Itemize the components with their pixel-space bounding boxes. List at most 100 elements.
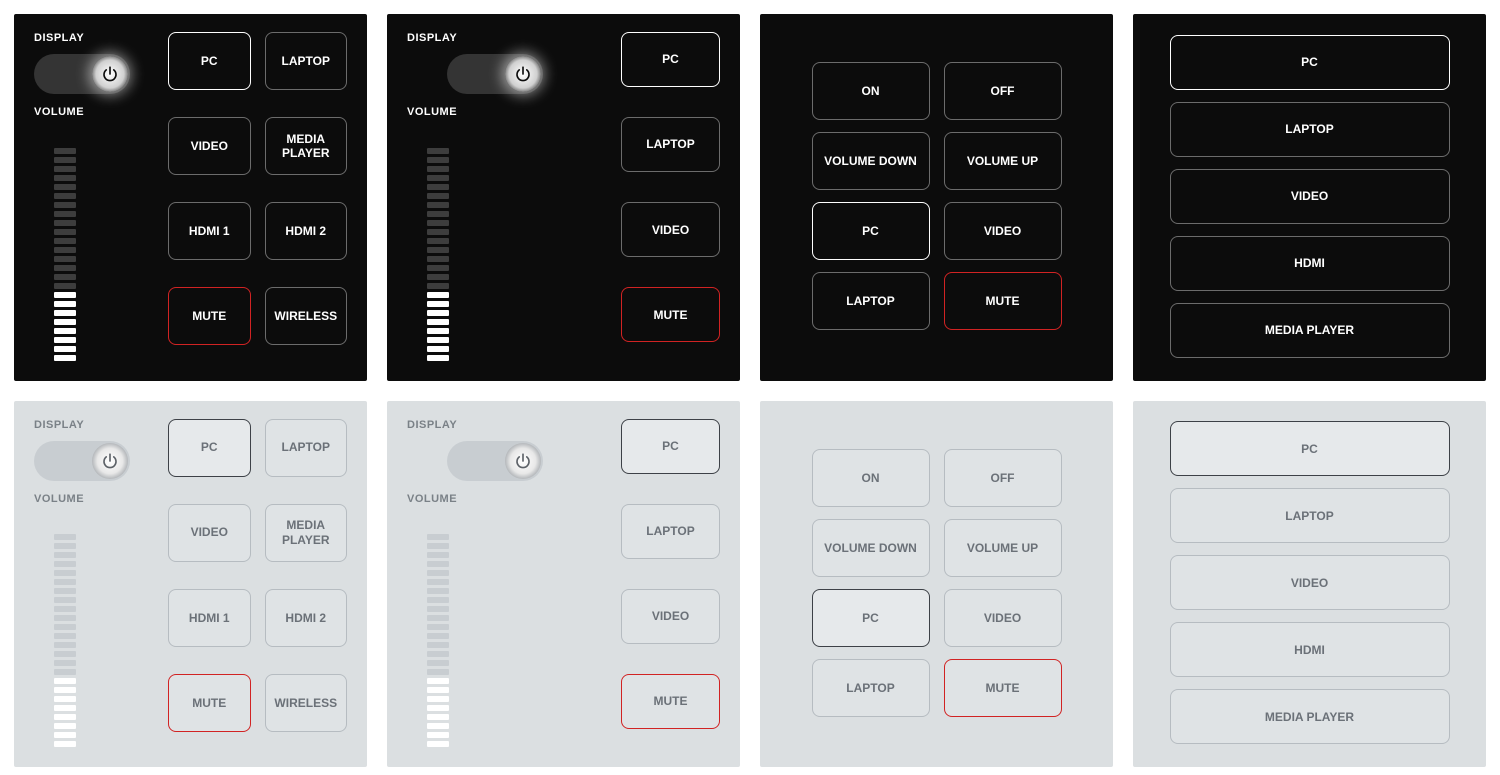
source-button-hdmi[interactable]: HDMI <box>1170 622 1450 677</box>
source-button-video[interactable]: VIDEO <box>1170 169 1450 224</box>
source-button-pc[interactable]: PC <box>168 32 251 90</box>
volume-label: VOLUME <box>34 106 154 118</box>
volume-segment <box>427 292 449 298</box>
source-button-hdmi-1[interactable]: HDMI 1 <box>168 589 251 647</box>
source-button-video[interactable]: VIDEO <box>621 202 720 257</box>
volume-segment <box>54 534 76 540</box>
source-button-media-player[interactable]: MEDIA PLAYER <box>265 117 348 175</box>
volume-meter[interactable] <box>427 515 449 748</box>
button-label: WIRELESS <box>274 696 337 710</box>
button-label: MEDIA PLAYER <box>1265 323 1354 337</box>
volume-segment <box>427 624 449 630</box>
volume-segment <box>427 732 449 738</box>
source-button-pc[interactable]: PC <box>1170 35 1450 90</box>
power-toggle[interactable] <box>34 441 130 481</box>
source-button-hdmi[interactable]: HDMI <box>1170 236 1450 291</box>
control-panel-p2: DISPLAYPCLAPTOPVIDEOMUTEVOLUME <box>387 14 740 381</box>
source-button-pc[interactable]: PC <box>812 589 930 647</box>
source-button-laptop[interactable]: LAPTOP <box>812 659 930 717</box>
volume-segment <box>54 193 76 199</box>
source-button-wireless[interactable]: WIRELESS <box>265 674 348 732</box>
volume-segment <box>54 346 76 352</box>
source-button-mute[interactable]: MUTE <box>621 287 720 342</box>
volume-meter[interactable] <box>427 128 449 361</box>
button-label: WIRELESS <box>274 309 337 323</box>
power-toggle[interactable] <box>447 54 543 94</box>
source-button-pc[interactable]: PC <box>1170 421 1450 476</box>
source-button-pc[interactable]: PC <box>621 419 720 474</box>
button-label: LAPTOP <box>646 137 694 151</box>
source-button-media-player[interactable]: MEDIA PLAYER <box>1170 303 1450 358</box>
volume-segment <box>54 157 76 163</box>
source-button-hdmi-2[interactable]: HDMI 2 <box>265 589 348 647</box>
source-button-volume-up[interactable]: VOLUME UP <box>944 519 1062 577</box>
button-label: MEDIA PLAYER <box>1265 710 1354 724</box>
source-button-laptop[interactable]: LAPTOP <box>812 272 930 330</box>
source-button-video[interactable]: VIDEO <box>168 117 251 175</box>
volume-meter[interactable] <box>54 128 76 361</box>
source-button-video[interactable]: VIDEO <box>944 202 1062 260</box>
source-button-mute[interactable]: MUTE <box>168 287 251 345</box>
source-button-volume-down[interactable]: VOLUME DOWN <box>812 132 930 190</box>
source-button-pc[interactable]: PC <box>621 32 720 87</box>
source-button-on[interactable]: ON <box>812 449 930 507</box>
source-button-media-player[interactable]: MEDIA PLAYER <box>1170 689 1450 744</box>
volume-segment <box>54 624 76 630</box>
source-button-mute[interactable]: MUTE <box>621 674 720 729</box>
power-toggle[interactable] <box>447 441 543 481</box>
volume-segment <box>54 292 76 298</box>
source-button-laptop[interactable]: LAPTOP <box>1170 102 1450 157</box>
source-button-video[interactable]: VIDEO <box>621 589 720 644</box>
button-grid: PCLAPTOPVIDEOMEDIA PLAYERHDMI 1HDMI 2 MUT… <box>168 419 347 748</box>
source-button-video[interactable]: VIDEO <box>168 504 251 562</box>
source-button-video[interactable]: VIDEO <box>944 589 1062 647</box>
button-label: MUTE <box>192 696 226 710</box>
source-button-video[interactable]: VIDEO <box>1170 555 1450 610</box>
volume-segment <box>54 714 76 720</box>
source-button-pc[interactable]: PC <box>812 202 930 260</box>
source-button-mute[interactable]: MUTE <box>944 659 1062 717</box>
source-button-laptop[interactable]: LAPTOP <box>621 504 720 559</box>
button-label: PC <box>1301 442 1318 456</box>
source-button-laptop[interactable]: LAPTOP <box>265 419 348 477</box>
display-section: DISPLAY <box>34 32 154 94</box>
source-button-hdmi-2[interactable]: HDMI 2 <box>265 202 348 260</box>
volume-segment <box>54 633 76 639</box>
source-button-volume-down[interactable]: VOLUME DOWN <box>812 519 930 577</box>
power-toggle[interactable] <box>34 54 130 94</box>
button-grid: ON OFF VOLUME DOWNVOLUME UPPC VIDEO LAPTOPMU… <box>812 449 1062 717</box>
volume-segment <box>427 687 449 693</box>
source-button-mute[interactable]: MUTE <box>168 674 251 732</box>
volume-segment <box>54 310 76 316</box>
control-panel-p6: DISPLAYPCLAPTOPVIDEOMUTEVOLUME <box>387 401 740 768</box>
source-button-hdmi-1[interactable]: HDMI 1 <box>168 202 251 260</box>
source-button-on[interactable]: ON <box>812 62 930 120</box>
volume-section: VOLUME <box>407 106 607 361</box>
volume-segment <box>54 660 76 666</box>
source-button-mute[interactable]: MUTE <box>944 272 1062 330</box>
volume-segment <box>427 570 449 576</box>
button-label: VIDEO <box>984 611 1021 625</box>
source-button-pc[interactable]: PC <box>168 419 251 477</box>
volume-segment <box>54 669 76 675</box>
source-button-laptop[interactable]: LAPTOP <box>265 32 348 90</box>
source-button-wireless[interactable]: WIRELESS <box>265 287 348 345</box>
volume-segment <box>54 651 76 657</box>
source-button-media-player[interactable]: MEDIA PLAYER <box>265 504 348 562</box>
button-label: VIDEO <box>984 224 1021 238</box>
volume-segment <box>54 301 76 307</box>
source-button-off[interactable]: OFF <box>944 449 1062 507</box>
button-label: OFF <box>991 471 1015 485</box>
volume-segment <box>54 229 76 235</box>
button-label: VOLUME UP <box>967 154 1038 168</box>
volume-segment <box>427 310 449 316</box>
button-label: LAPTOP <box>1285 122 1333 136</box>
volume-segment <box>54 579 76 585</box>
source-button-laptop[interactable]: LAPTOP <box>1170 488 1450 543</box>
source-button-off[interactable]: OFF <box>944 62 1062 120</box>
control-panel-p5: DISPLAYPCLAPTOPVIDEOMEDIA PLAYERHDMI 1HD… <box>14 401 367 768</box>
source-button-laptop[interactable]: LAPTOP <box>621 117 720 172</box>
button-label: PC <box>662 52 679 66</box>
volume-meter[interactable] <box>54 515 76 748</box>
source-button-volume-up[interactable]: VOLUME UP <box>944 132 1062 190</box>
